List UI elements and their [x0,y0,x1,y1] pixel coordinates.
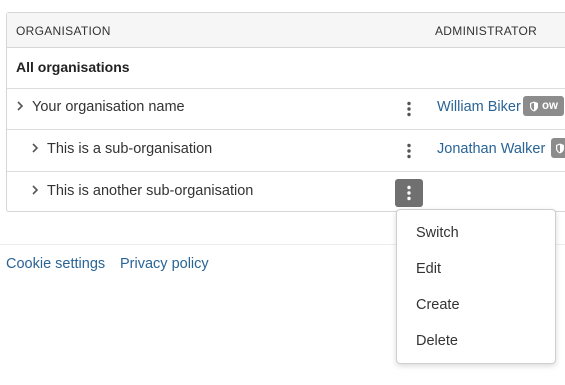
row-actions-button[interactable] [395,137,423,165]
owner-badge: ow [523,96,564,116]
shield-icon [530,101,538,111]
menu-item-delete[interactable]: Delete [416,333,458,349]
row-actions-button[interactable] [395,95,423,123]
row-actions-menu: Switch Edit Create Delete [396,209,556,364]
row-actions-button[interactable] [395,179,423,207]
all-organisations-row: All organisations [7,47,565,89]
menu-item-switch[interactable]: Switch [416,225,459,241]
menu-item-edit[interactable]: Edit [416,261,441,277]
column-header-organisation: ORGANISATION [16,24,111,38]
chevron-right-icon[interactable] [31,142,39,158]
badge-label: ow [542,100,558,112]
privacy-policy-link[interactable]: Privacy policy [120,256,209,272]
vertical-ellipsis-icon [407,185,411,201]
shield-icon [556,143,564,153]
table-row[interactable]: This is a sub-organisation Jonathan Walk… [7,130,565,172]
column-header-administrator: ADMINISTRATOR [435,24,538,38]
organisation-name: This is a sub-organisation [47,141,213,157]
owner-badge [551,138,565,158]
cookie-settings-link[interactable]: Cookie settings [6,256,105,272]
administrator-link[interactable]: William Biker [437,99,521,115]
menu-item-create[interactable]: Create [416,297,460,313]
organisations-table: ORGANISATION ADMINISTRATOR All organisat… [6,12,565,212]
table-header: ORGANISATION ADMINISTRATOR [7,13,565,48]
vertical-ellipsis-icon [407,143,411,159]
organisation-name: Your organisation name [32,99,185,115]
administrator-link[interactable]: Jonathan Walker [437,141,545,157]
chevron-right-icon[interactable] [16,100,24,116]
chevron-right-icon[interactable] [31,184,39,200]
vertical-ellipsis-icon [407,101,411,117]
table-row[interactable]: This is another sub-organisation [7,172,565,213]
table-row[interactable]: Your organisation name William Biker ow [7,88,565,130]
organisation-name: This is another sub-organisation [47,183,254,199]
all-organisations-label: All organisations [16,59,130,75]
